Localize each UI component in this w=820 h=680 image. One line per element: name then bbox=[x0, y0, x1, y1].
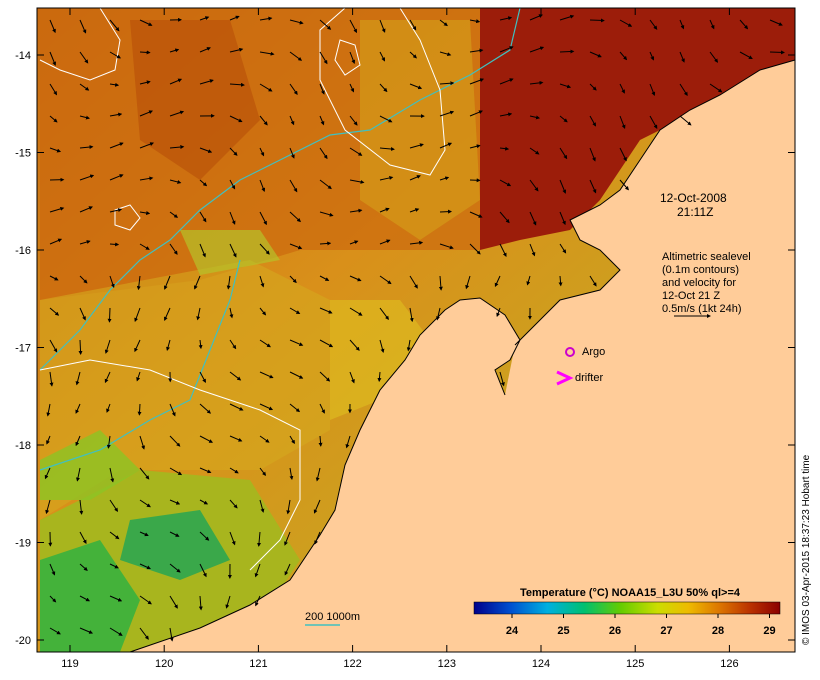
velocity-arrow bbox=[109, 242, 120, 247]
colorbar-tick-label: 29 bbox=[763, 625, 775, 637]
y-tick-label: -19 bbox=[15, 538, 31, 550]
colorbar-title: Temperature (°C) NOAA15_L3U 50% ql>=4 bbox=[520, 587, 741, 599]
y-tick-label: -14 bbox=[15, 50, 31, 62]
credit-text: © IMOS 03-Apr-2015 18:37:23 Hobart time bbox=[801, 454, 812, 645]
argo-label: Argo bbox=[582, 346, 605, 358]
y-tick-label: -17 bbox=[15, 343, 31, 355]
x-tick-label: 120 bbox=[155, 658, 173, 670]
altimetry-line-5: 0.5m/s (1kt 24h) bbox=[662, 303, 741, 315]
colorbar-gradient bbox=[473, 601, 781, 615]
velocity-arrow bbox=[769, 50, 785, 55]
y-tick-label: -16 bbox=[15, 245, 31, 257]
y-tick-label: -18 bbox=[15, 440, 31, 452]
isobath-legend-label: 200 1000m bbox=[305, 611, 360, 623]
colorbar-tick-label: 27 bbox=[660, 625, 672, 637]
y-tick-label: -15 bbox=[15, 148, 31, 160]
y-tick-label: -20 bbox=[15, 635, 31, 647]
x-tick-label: 119 bbox=[61, 658, 79, 670]
x-tick-label: 122 bbox=[343, 658, 361, 670]
velocity-arrow bbox=[78, 339, 83, 355]
timestamp-time: 21:11Z bbox=[677, 205, 713, 219]
velocity-arrow bbox=[559, 49, 575, 54]
velocity-arrow bbox=[589, 18, 605, 23]
colorbar-tick-label: 28 bbox=[712, 625, 724, 637]
velocity-arrow bbox=[137, 403, 142, 416]
velocity-arrow bbox=[139, 50, 151, 55]
x-tick-label: 121 bbox=[249, 658, 267, 670]
colorbar-tick-label: 26 bbox=[609, 625, 621, 637]
x-tick-label: 125 bbox=[626, 658, 644, 670]
altimetry-line-3: and velocity for bbox=[662, 277, 736, 289]
altimetry-line-2: (0.1m contours) bbox=[662, 264, 739, 276]
timestamp-date: 12-Oct-2008 bbox=[660, 191, 727, 205]
colorbar-tick-label: 24 bbox=[506, 625, 519, 637]
x-tick-label: 124 bbox=[532, 658, 550, 670]
colorbar-tick-label: 25 bbox=[557, 625, 569, 637]
x-tick-label: 123 bbox=[438, 658, 456, 670]
velocity-arrow bbox=[107, 307, 112, 323]
altimetry-line-4: 12-Oct 21 Z bbox=[662, 290, 720, 302]
sst-map: 119 120 121 122 123 124 125 126 -14 -15 -16 -17 -18… bbox=[15, 7, 812, 670]
altimetry-line-1: Altimetric sealevel bbox=[662, 251, 751, 263]
x-tick-label: 126 bbox=[720, 658, 738, 670]
drifter-label: drifter bbox=[575, 372, 603, 384]
